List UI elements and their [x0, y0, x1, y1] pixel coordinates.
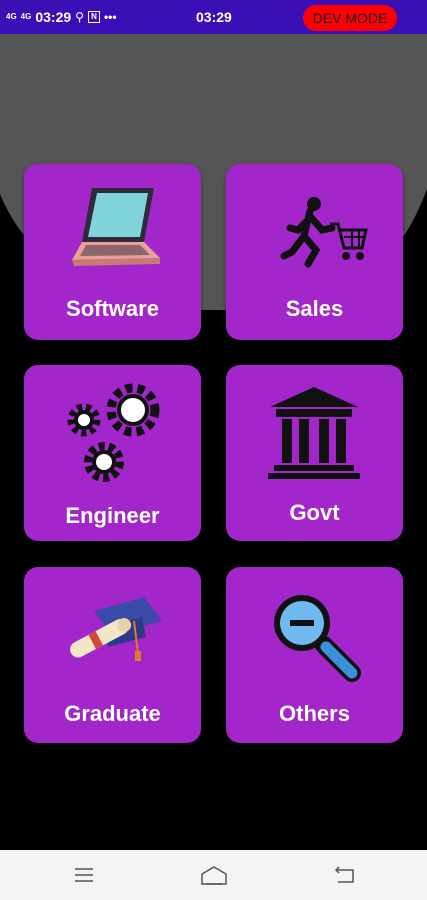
category-label: Others — [279, 701, 350, 726]
signal-icon: 4G — [6, 12, 17, 21]
category-label: Software — [66, 296, 159, 321]
notification-icon: N — [87, 11, 100, 23]
category-label: Engineer — [65, 503, 160, 528]
category-tile-engineer[interactable]: Engineer — [24, 365, 201, 541]
signal-icon-2: 4G — [20, 12, 32, 21]
overflow-dots: ••• — [103, 10, 117, 24]
status-time: 03:29 — [35, 9, 72, 25]
government-building-icon — [268, 387, 360, 479]
category-label: Graduate — [64, 701, 161, 726]
home-icon[interactable] — [200, 865, 228, 887]
graduation-cap-icon — [70, 597, 162, 661]
category-tile-sales[interactable]: Sales — [226, 164, 403, 340]
magnifier-icon — [274, 595, 361, 682]
category-tile-graduate[interactable]: Graduate — [24, 567, 201, 743]
status-time-center: 03:29 — [196, 9, 232, 25]
category-tile-others[interactable]: Others — [226, 567, 403, 743]
gears-icon — [67, 383, 160, 482]
category-tile-govt[interactable]: Govt — [226, 365, 403, 541]
category-label: Sales — [285, 296, 344, 321]
usb-icon: ⚲ — [75, 10, 84, 24]
back-icon[interactable] — [334, 865, 356, 885]
dev-mode-badge[interactable]: DEV MODE — [303, 5, 397, 31]
status-bar: 4G 4G 03:29 ⚲ N ••• 03:29 DEV MODE — [0, 0, 427, 34]
status-left: 4G 4G 03:29 ⚲ N ••• — [6, 9, 117, 25]
laptop-icon — [72, 188, 160, 266]
system-nav-bar — [0, 850, 427, 900]
category-tile-software[interactable]: Software — [24, 164, 201, 340]
category-label: Govt — [289, 500, 340, 525]
shopping-cart-icon — [280, 197, 368, 268]
menu-icon[interactable] — [74, 865, 94, 885]
